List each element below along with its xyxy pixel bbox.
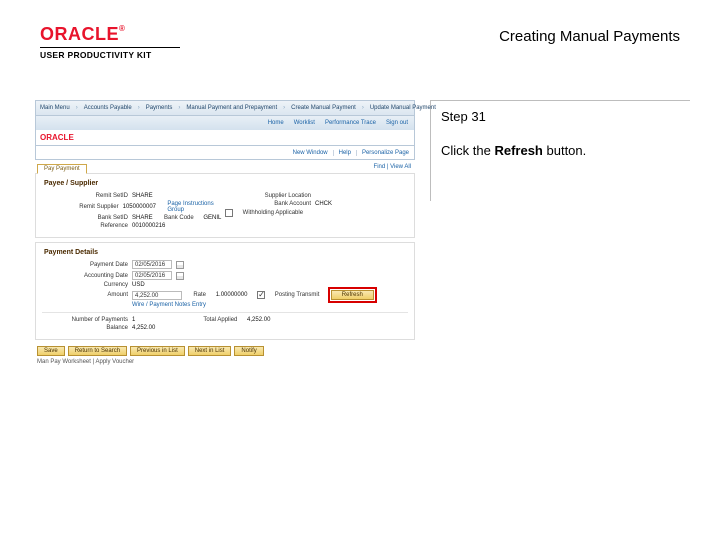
tab-pay-payment[interactable]: Pay Payment	[37, 164, 87, 174]
bank-account-label: Bank Account	[225, 201, 311, 207]
brand-block: ORACLE® USER PRODUCTIVITY KIT	[40, 24, 180, 60]
reference-value: 0010000216	[132, 223, 165, 229]
calendar-icon[interactable]	[176, 272, 184, 280]
payment-date-field[interactable]: 02/05/2016	[132, 260, 172, 269]
oracle-logo-text: ORACLE	[40, 133, 74, 142]
remit-setid-label: Remit SetID	[42, 193, 128, 199]
total-applied-value: 4,252.00	[247, 317, 270, 323]
toolbar-new-window[interactable]: New Window	[288, 150, 334, 156]
instruction-pre: Click the	[441, 143, 494, 158]
action-bar: Save Return to Search Previous in List N…	[37, 346, 415, 356]
next-button[interactable]: Next in List	[188, 346, 232, 356]
save-button[interactable]: Save	[37, 346, 65, 356]
rate-value: 1.00000000	[216, 292, 248, 298]
instruction-bold: Refresh	[494, 143, 542, 158]
amount-label: Amount	[42, 292, 128, 298]
remit-supplier-label: Remit Supplier	[42, 204, 119, 210]
remit-supplier-value: 1050000007	[123, 204, 156, 210]
app-breadcrumb-bar: Main Menu › Accounts Payable › Payments › M…	[35, 100, 415, 116]
breadcrumb[interactable]: Main Menu	[40, 105, 70, 111]
total-applied-label: Total Applied	[203, 317, 237, 323]
chevron-right-icon: ›	[76, 105, 78, 111]
app-logo-row: ORACLE	[35, 130, 415, 146]
calendar-icon[interactable]	[176, 261, 184, 269]
breadcrumb[interactable]: Manual Payment and Prepayment	[186, 105, 277, 111]
rate-label: Rate	[193, 292, 206, 298]
app-toolbar: New Window Help Personalize Page	[35, 146, 415, 160]
step-label: Step 31	[441, 109, 680, 124]
section-title: Payee / Supplier	[44, 180, 408, 187]
divider	[42, 312, 408, 313]
accounting-date-label: Accounting Date	[42, 273, 128, 279]
bank-code-label: Bank Code	[164, 215, 194, 221]
instruction-text: Click the Refresh button.	[441, 142, 680, 161]
balance-value: 4,252.00	[132, 325, 155, 331]
supplier-location-label: Supplier Location	[225, 193, 311, 199]
embedded-app-screenshot: Main Menu › Accounts Payable › Payments › M…	[35, 100, 415, 365]
brand-logo: ORACLE®	[40, 24, 180, 45]
bank-account-value: CHCK	[315, 201, 332, 207]
page-instructions-link[interactable]: Page Instructions Group	[167, 201, 225, 213]
currency-label: Currency	[42, 282, 128, 288]
payee-panel: Payee / Supplier Remit SetID SHARE Remit …	[35, 173, 415, 238]
toolbar-help[interactable]: Help	[334, 150, 357, 156]
util-link-home[interactable]: Home	[268, 120, 284, 126]
chevron-right-icon: ›	[138, 105, 140, 111]
breadcrumb[interactable]: Create Manual Payment	[291, 105, 356, 111]
refresh-button-highlight: Refresh	[331, 290, 374, 300]
return-button[interactable]: Return to Search	[68, 346, 127, 356]
payment-details-panel: Payment Details Payment Date 02/05/2016 A…	[35, 242, 415, 340]
bank-setid-value: SHARE	[132, 215, 153, 221]
toolbar-personalize[interactable]: Personalize Page	[357, 150, 414, 156]
balance-label: Balance	[42, 325, 128, 331]
withholding-checkbox[interactable]	[225, 209, 233, 217]
bank-setid-label: Bank SetID	[42, 215, 128, 221]
brand-logo-text: ORACLE	[40, 24, 119, 44]
num-payments-value: 1	[132, 317, 135, 323]
brand-trademark: ®	[119, 24, 125, 33]
reference-label: Reference	[42, 223, 128, 229]
accounting-date-field[interactable]: 02/05/2016	[132, 271, 172, 280]
prev-button[interactable]: Previous in List	[130, 346, 185, 356]
bank-code-value: GENIL	[203, 215, 221, 221]
chevron-right-icon: ›	[362, 105, 364, 111]
num-payments-label: Number of Payments	[42, 317, 128, 323]
withholding-label: Withholding Applicable	[243, 210, 303, 216]
chevron-right-icon: ›	[178, 105, 180, 111]
wire-notes-link[interactable]: Wire / Payment Notes Entry	[132, 302, 206, 308]
instruction-panel: Step 31 Click the Refresh button.	[430, 100, 690, 201]
section-title: Payment Details	[44, 249, 408, 256]
instruction-post: button.	[543, 143, 586, 158]
posting-transmit-checkbox[interactable]	[257, 291, 265, 299]
amount-field[interactable]: 4,252.00	[132, 291, 182, 300]
notify-button[interactable]: Notify	[234, 346, 263, 356]
util-link-perf[interactable]: Performance Trace	[325, 120, 376, 126]
util-link-worklist[interactable]: Worklist	[294, 120, 315, 126]
util-link-signout[interactable]: Sign out	[386, 120, 408, 126]
refresh-button[interactable]: Refresh	[331, 290, 374, 300]
brand-divider	[40, 47, 180, 48]
related-links[interactable]: Man Pay Worksheet | Apply Voucher	[37, 359, 413, 365]
find-view-all-link[interactable]: Find | View All	[374, 164, 411, 170]
breadcrumb[interactable]: Accounts Payable	[84, 105, 132, 111]
remit-setid-value: SHARE	[132, 193, 153, 199]
breadcrumb[interactable]: Update Manual Payment	[370, 105, 436, 111]
posting-transmit-label: Posting Transmit	[275, 292, 320, 298]
app-util-bar: Home Worklist Performance Trace Sign out	[35, 116, 415, 130]
page-title: Creating Manual Payments	[499, 28, 680, 45]
breadcrumb[interactable]: Payments	[146, 105, 173, 111]
chevron-right-icon: ›	[283, 105, 285, 111]
currency-value: USD	[132, 282, 145, 288]
brand-subtitle: USER PRODUCTIVITY KIT	[40, 50, 180, 60]
payment-date-label: Payment Date	[42, 262, 128, 268]
